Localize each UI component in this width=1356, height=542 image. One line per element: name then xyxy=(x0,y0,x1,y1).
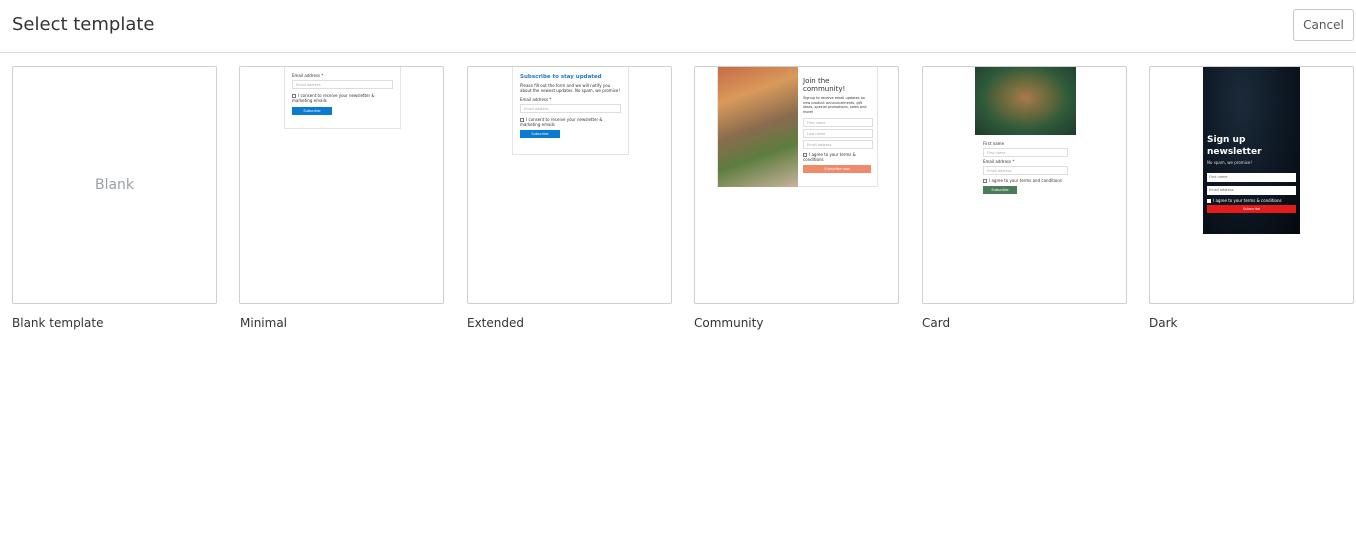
preview-consent: I agree to your terms & conditions xyxy=(1207,198,1296,203)
card-form: First name First name Email address * Em… xyxy=(983,141,1071,194)
preview-first-name-input: First name xyxy=(983,148,1068,157)
modal-header: Select template Cancel xyxy=(0,0,1356,53)
preview-consent: I consent to receive your newsletter & m… xyxy=(292,93,375,103)
preview-subscribe-button: Subscribe xyxy=(292,107,332,115)
preview-title: Sign up newsletter xyxy=(1207,135,1262,157)
preview-subscribe-button: Subscribe xyxy=(983,186,1017,194)
page-title: Select template xyxy=(12,14,155,35)
preview-email-input: Email address xyxy=(1207,186,1296,195)
preview-email-input: Email address xyxy=(292,80,393,89)
preview-consent: I consent to receive your newsletter & m… xyxy=(520,117,603,127)
preview-subscribe-button: Subscribe now xyxy=(803,165,871,173)
preview-text: Signup to receive email updates on new p… xyxy=(803,96,867,114)
card-photo xyxy=(975,67,1076,135)
preview-consent: I agree to your terms and conditions xyxy=(983,178,1071,183)
preview-email-input: Email address xyxy=(520,104,621,113)
template-label: Extended xyxy=(467,316,524,330)
template-label: Minimal xyxy=(240,316,288,330)
template-label: Blank template xyxy=(12,316,104,330)
extended-preview: Subscribe to stay updated Please fill ou… xyxy=(512,67,629,155)
preview-first-name-input: First name xyxy=(1207,173,1296,182)
preview-subtitle: No spam, we promise! xyxy=(1207,160,1252,165)
preview-subscribe-button: Subscribe xyxy=(520,130,560,138)
preview-title: Subscribe to stay updated xyxy=(520,74,602,80)
community-photo xyxy=(718,67,798,187)
template-label: Dark xyxy=(1149,316,1178,330)
preview-email-label: Email address * xyxy=(520,97,552,102)
template-card-minimal[interactable]: Email address * Email address I consent … xyxy=(239,66,444,304)
preview-email-label: Email address * xyxy=(292,73,324,78)
card-preview: First name First name Email address * Em… xyxy=(975,67,1076,203)
preview-email-label: Email address * xyxy=(983,159,1015,164)
template-label: Card xyxy=(922,316,951,330)
template-card-dark[interactable]: Sign up newsletter No spam, we promise! … xyxy=(1149,66,1354,304)
template-label: Community xyxy=(694,316,764,330)
preview-email-input: Email address xyxy=(983,166,1068,175)
blank-preview-text: Blank xyxy=(94,177,135,193)
preview-subscribe-button: Subscribe xyxy=(1207,205,1296,213)
community-form: Join the community! Signup to receive em… xyxy=(803,77,873,173)
dark-preview: Sign up newsletter No spam, we promise! … xyxy=(1203,67,1300,234)
checkbox-icon xyxy=(983,179,987,183)
community-preview: Join the community! Signup to receive em… xyxy=(717,67,878,187)
template-card-community[interactable]: Join the community! Signup to receive em… xyxy=(694,66,899,304)
checkbox-icon xyxy=(1207,199,1211,203)
preview-last-name-input: Last name xyxy=(803,129,873,138)
preview-first-name-label: First name xyxy=(983,141,1005,146)
template-card-extended[interactable]: Subscribe to stay updated Please fill ou… xyxy=(467,66,672,304)
preview-consent: I agree to your terms & conditions xyxy=(803,152,856,162)
template-card-card[interactable]: First name First name Email address * Em… xyxy=(922,66,1127,304)
minimal-preview: Email address * Email address I consent … xyxy=(284,67,401,129)
preview-first-name-input: First name xyxy=(803,118,873,127)
template-card-blank[interactable]: Blank xyxy=(12,66,217,304)
cancel-button[interactable]: Cancel xyxy=(1293,9,1354,41)
preview-email-input: Email address xyxy=(803,140,873,149)
preview-text: Please fill out the form and we will not… xyxy=(520,83,620,93)
preview-title: Join the community! xyxy=(803,77,846,93)
